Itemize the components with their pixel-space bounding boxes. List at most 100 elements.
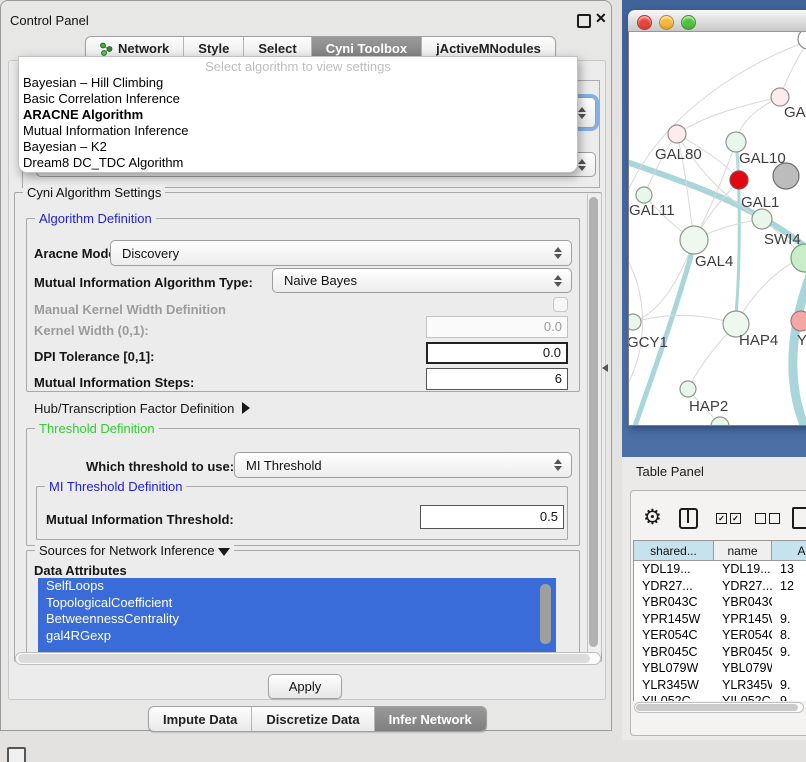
table-row[interactable]: YBR043CYBR043C [634,594,806,611]
network-tab-icon [100,42,113,56]
gear-icon[interactable]: ⚙ [643,505,662,530]
dropdown-prompt: Select algorithm to view settings [19,58,577,75]
table-cell: YPR145W [634,611,714,628]
table-cell: YPR145W [714,611,772,628]
mi-steps-field[interactable]: 6 [426,368,568,390]
table-cell: YER054C [714,627,772,644]
close-traffic-light-icon[interactable] [637,15,652,30]
table-cell: 8. [772,627,806,644]
network-node[interactable] [798,32,806,49]
split-columns-icon[interactable] [679,508,698,529]
node-table[interactable]: shared...nameAYDL19...YDL19...13YDR27...… [633,540,806,701]
table-row[interactable]: YER054CYER054C8. [634,627,806,644]
algorithm-option[interactable]: Basic Correlation Inference [19,91,577,107]
algorithm-option[interactable]: ARACNE Algorithm [19,107,577,123]
cyni-bottom-tabs: Impute DataDiscretize Data Infer Network [148,706,487,732]
aracne-mode-value: Discovery [111,246,179,261]
algorithm-option[interactable]: Bayesian – K2 [19,139,577,155]
select-all-icon[interactable]: ✓ ✓ [716,513,741,524]
minimized-panel-icon[interactable] [7,747,26,762]
combo-arrows-icon [554,275,562,287]
network-node[interactable] [680,381,696,397]
table-cell: 13 [772,561,806,578]
table-cell: 12 [772,578,806,595]
table-row[interactable]: YDL19...YDL19...13 [634,561,806,578]
network-node[interactable] [636,187,652,203]
network-node[interactable] [726,132,746,152]
network-node[interactable] [791,244,806,272]
dpi-tolerance-field[interactable]: 0.0 [426,342,568,364]
document-icon[interactable] [792,507,806,529]
mi-threshold-field[interactable]: 0.5 [420,505,564,529]
table-cell: 9. [772,644,806,661]
hub-expander[interactable]: Hub/Transcription Factor Definition [34,401,250,416]
network-node[interactable] [680,226,708,254]
table-cell: YDL19... [714,561,772,578]
splitter-collapse-icon[interactable] [602,364,608,372]
which-threshold-combo[interactable]: MI Threshold [234,452,572,478]
mi-steps-label: Mutual Information Steps: [34,375,194,390]
bottom-tab-impute-data[interactable]: Impute Data [149,707,251,731]
mi-type-combo[interactable]: Naive Bayes [272,268,572,293]
float-window-icon[interactable] [577,14,591,28]
data-attribute-item[interactable]: SelfLoops [38,578,556,595]
close-icon[interactable]: ✕ [595,10,607,27]
table-cell [772,594,806,611]
aracne-mode-combo[interactable]: Discovery [110,240,572,266]
network-edge [634,315,736,324]
data-attribute-item[interactable]: TopologicalCoefficient [38,595,556,612]
column-header-shared[interactable]: shared... [634,541,714,561]
table-row[interactable]: YLR345WYLR345W9. [634,677,806,694]
data-attribute-item[interactable]: BetweennessCentrality [38,611,556,628]
settings-vscrollbar-thumb[interactable] [589,197,598,647]
table-cell: 9. [772,611,806,628]
settings-hscrollbar-thumb[interactable] [18,654,590,663]
mi-threshold-title: MI Threshold Definition [45,479,186,494]
table-row[interactable]: YBL079WYBL079W [634,660,806,677]
network-node[interactable] [629,314,641,330]
table-row[interactable]: YDR27...YDR27...12 [634,578,806,595]
table-panel-title: Table Panel [636,464,704,479]
network-canvas[interactable]: GAL7GAL80GAL10GAL1GAL11GAL4SWI4GCY1HAP4Y… [629,32,806,425]
bottom-tab-infer-network[interactable]: Infer Network [374,707,486,731]
network-node[interactable] [752,209,772,229]
sources-title[interactable]: Sources for Network Inference [35,543,234,558]
tab-label: Network [118,41,169,56]
table-cell: 9. [772,677,806,694]
network-node-label: GAL4 [695,253,733,270]
tab-label: Style [198,41,229,56]
column-header-a[interactable]: A [772,541,806,561]
algorithm-option[interactable]: Dream8 DC_TDC Algorithm [19,155,577,171]
network-node-label: GAL10 [739,150,786,167]
network-edge [677,97,780,134]
mi-type-value: Naive Bayes [273,273,357,288]
aracne-mode-label: Aracne Mode: [34,246,120,261]
bottom-tab-discretize-data[interactable]: Discretize Data [251,707,373,731]
threshold-definition-title: Threshold Definition [35,421,159,436]
network-window-titlebar[interactable] [628,10,806,32]
sources-title-label: Sources for Network Inference [39,543,215,558]
algorithm-option[interactable]: Bayesian – Hill Climbing [19,75,577,91]
control-panel-title: Control Panel [10,13,89,28]
combo-arrows-icon [554,247,562,259]
table-row[interactable]: YBR045CYBR045C9. [634,644,806,661]
deselect-all-icon[interactable] [755,513,780,524]
data-attribute-item[interactable]: gal4RGexp [38,628,556,645]
expanded-arrow-icon [218,548,230,556]
network-node[interactable] [668,125,686,143]
network-node-label: GAL11 [629,202,675,219]
network-node[interactable] [730,171,748,189]
column-header-name[interactable]: name [714,541,772,561]
apply-button[interactable]: Apply [268,674,342,699]
network-node-label: HAP4 [739,332,778,349]
table-row[interactable]: YIL052CYIL052C9 [634,693,806,701]
minimize-traffic-light-icon[interactable] [659,15,674,30]
table-hscrollbar-thumb[interactable] [636,704,798,711]
bottom-tab-label: Infer Network [389,712,472,727]
dpi-tolerance-label: DPI Tolerance [0,1]: [34,349,154,364]
list-scrollbar-thumb[interactable] [540,584,551,644]
network-node[interactable] [791,311,806,331]
zoom-traffic-light-icon[interactable] [681,15,696,30]
table-row[interactable]: YPR145WYPR145W9. [634,611,806,628]
algorithm-option[interactable]: Mutual Information Inference [19,123,577,139]
